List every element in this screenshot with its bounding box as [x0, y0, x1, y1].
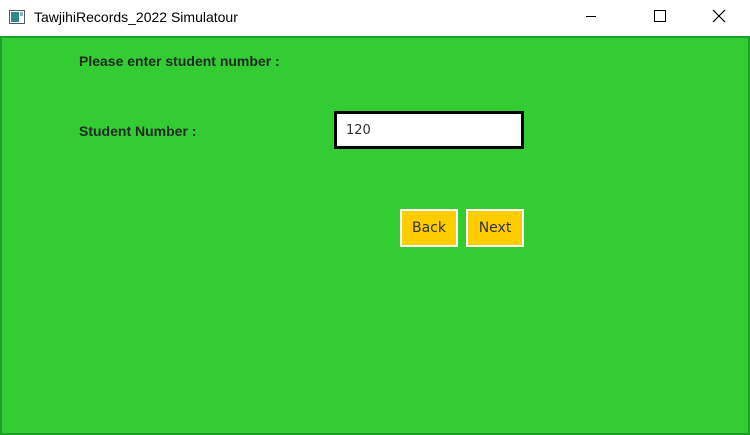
close-icon — [712, 9, 726, 28]
student-number-label: Student Number : — [79, 123, 197, 139]
close-button[interactable] — [696, 0, 742, 36]
minimize-button[interactable] — [568, 0, 614, 36]
window-title: TawjihiRecords_2022 Simulatour — [34, 9, 238, 25]
form-panel: Please enter student number : Student Nu… — [0, 36, 750, 435]
app-icon — [9, 10, 25, 24]
minimize-icon — [585, 9, 597, 27]
back-button[interactable]: Back — [400, 209, 458, 247]
prompt-label: Please enter student number : — [79, 53, 280, 69]
title-bar[interactable]: TawjihiRecords_2022 Simulatour — [0, 0, 750, 36]
maximize-button[interactable] — [637, 0, 683, 36]
next-button[interactable]: Next — [466, 209, 524, 247]
student-number-input[interactable] — [334, 111, 524, 149]
maximize-icon — [654, 9, 666, 27]
app-window: TawjihiRecords_2022 Simulatour Please en… — [0, 0, 750, 435]
